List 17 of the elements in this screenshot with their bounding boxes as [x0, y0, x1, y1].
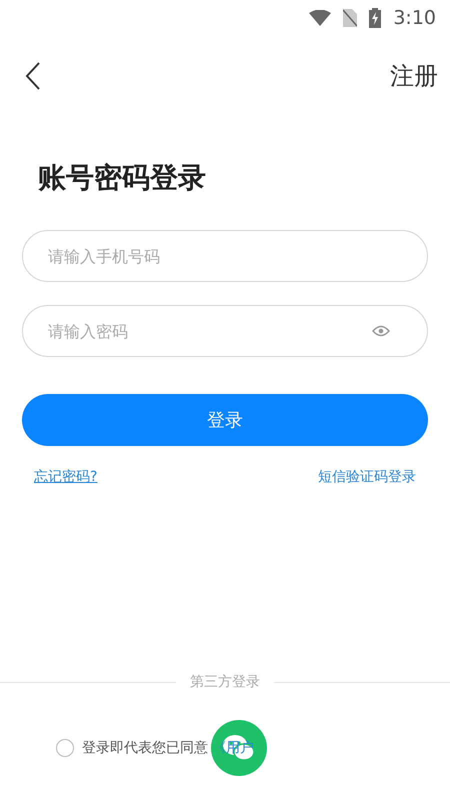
login-button[interactable]: 登录 [22, 394, 428, 446]
no-sim-icon [343, 9, 358, 27]
wifi-icon [309, 10, 332, 26]
register-link[interactable]: 注册 [390, 60, 438, 92]
sms-login-link[interactable]: 短信验证码登录 [318, 468, 416, 486]
input-field[interactable]: 请输入密码 [22, 305, 428, 357]
battery-charging-icon [369, 8, 382, 28]
agreement-text: 登录即代表您已同意 [82, 739, 208, 757]
agreement-checkbox[interactable] [56, 739, 74, 757]
page-title: 账号密码登录 [38, 160, 207, 196]
back-icon[interactable] [25, 62, 41, 90]
eye-icon[interactable] [372, 325, 390, 337]
chat-bubbles-icon[interactable] [211, 720, 267, 776]
status-time: 3:10 [393, 7, 436, 29]
forgot-password-link[interactable]: 忘记密码? [34, 468, 98, 486]
third-party-label: 第三方登录 [190, 673, 260, 691]
input-field[interactable]: 请输入手机号码 [22, 230, 428, 282]
